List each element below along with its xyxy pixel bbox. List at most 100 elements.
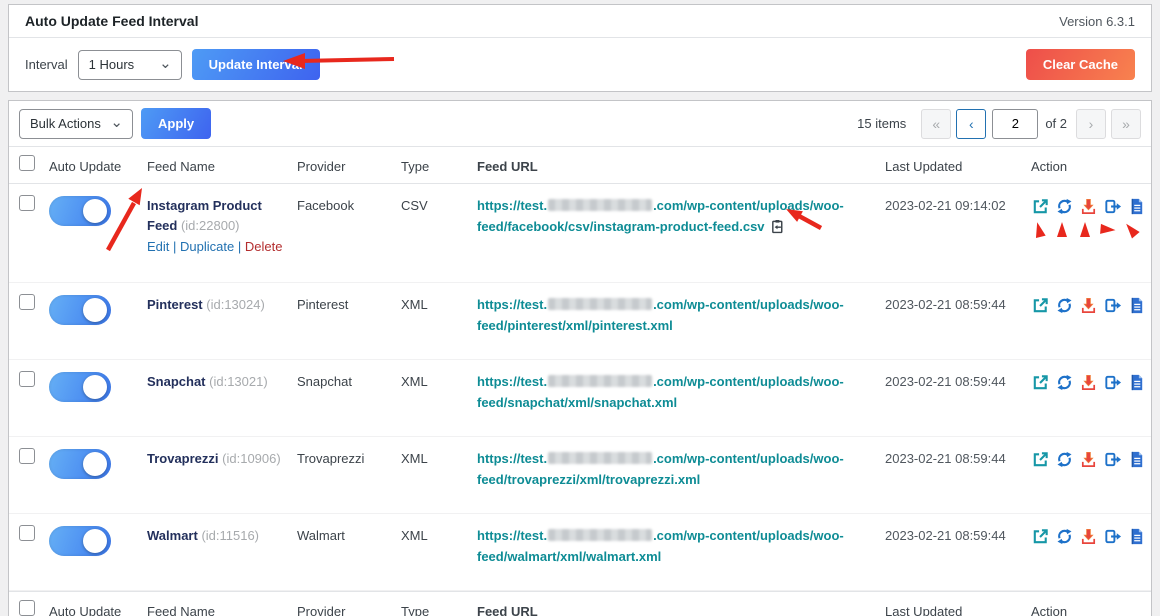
download-icon[interactable]	[1079, 450, 1098, 469]
footer-provider: Provider	[297, 592, 401, 616]
annotation-arrowheads	[1031, 222, 1146, 237]
clear-cache-button[interactable]: Clear Cache	[1026, 49, 1135, 80]
auto-update-toggle[interactable]	[49, 372, 111, 402]
provider-cell: Facebook	[297, 184, 401, 216]
download-icon[interactable]	[1079, 373, 1098, 392]
document-icon[interactable]	[1127, 450, 1146, 469]
redacted-domain	[548, 529, 652, 541]
pagination: 15 items « ‹ of 2 › »	[857, 109, 1141, 139]
header-type: Type	[401, 147, 477, 177]
feed-id: (id:13021)	[209, 374, 268, 389]
footer-auto-update: Auto Update	[49, 592, 147, 616]
toggle-knob	[83, 529, 107, 553]
toggle-knob	[83, 199, 107, 223]
sync-icon[interactable]	[1055, 197, 1074, 216]
table-footer-row: Auto Update Feed Name Provider Type Feed…	[9, 591, 1151, 616]
update-interval-button[interactable]: Update Interval	[192, 49, 320, 80]
auto-update-toggle[interactable]	[49, 295, 111, 325]
action-icons	[1031, 373, 1146, 392]
header-provider: Provider	[297, 147, 401, 177]
interval-label: Interval	[25, 57, 68, 72]
feed-table-panel: Bulk Actions Apply 15 items « ‹ of 2 › »…	[8, 100, 1152, 616]
document-icon[interactable]	[1127, 527, 1146, 546]
auto-update-toggle[interactable]	[49, 526, 111, 556]
page-number-input[interactable]	[992, 109, 1038, 139]
toggle-knob	[83, 298, 107, 322]
edit-link[interactable]: Edit	[147, 239, 169, 254]
annotation-arrowhead	[1057, 222, 1067, 237]
export-icon[interactable]	[1103, 450, 1122, 469]
sync-icon[interactable]	[1055, 373, 1074, 392]
header-feed-name: Feed Name	[147, 147, 297, 177]
feed-url[interactable]: https://test..com/wp-content/uploads/woo…	[477, 514, 885, 568]
annotation-arrowhead	[1080, 222, 1090, 237]
select-all-checkbox[interactable]	[19, 600, 35, 616]
feed-id: (id:22800)	[181, 218, 240, 233]
download-icon[interactable]	[1079, 527, 1098, 546]
export-icon[interactable]	[1103, 527, 1122, 546]
last-updated-cell: 2023-02-21 08:59:44	[885, 283, 1031, 315]
redacted-domain	[548, 452, 652, 464]
apply-button[interactable]: Apply	[141, 108, 211, 139]
annotation-arrowhead	[1032, 221, 1045, 238]
total-pages-label: of 2	[1045, 116, 1067, 131]
table-row: Pinterest (id:13024) Pinterest XML https…	[9, 283, 1151, 360]
panel-header: Auto Update Feed Interval Version 6.3.1	[9, 5, 1151, 38]
interval-select[interactable]: 1 Hours	[78, 50, 182, 80]
type-cell: XML	[401, 283, 477, 315]
feed-url[interactable]: https://test..com/wp-content/uploads/woo…	[477, 437, 885, 491]
table-header-row: Auto Update Feed Name Provider Type Feed…	[9, 147, 1151, 184]
action-icons	[1031, 527, 1146, 546]
footer-type: Type	[401, 592, 477, 616]
row-checkbox[interactable]	[19, 294, 35, 310]
bulk-actions-select[interactable]: Bulk Actions	[19, 109, 133, 139]
table-row: Snapchat (id:13021) Snapchat XML https:/…	[9, 360, 1151, 437]
sync-icon[interactable]	[1055, 527, 1074, 546]
download-icon[interactable]	[1079, 197, 1098, 216]
export-icon[interactable]	[1103, 373, 1122, 392]
auto-update-toggle[interactable]	[49, 449, 111, 479]
footer-feed-name[interactable]: Feed Name	[147, 592, 297, 616]
feed-url[interactable]: https://test..com/wp-content/uploads/woo…	[477, 283, 885, 337]
row-checkbox[interactable]	[19, 371, 35, 387]
feed-id: (id:11516)	[201, 528, 259, 543]
document-icon[interactable]	[1127, 197, 1146, 216]
header-feed-url: Feed URL	[477, 147, 885, 177]
table-toolbar: Bulk Actions Apply 15 items « ‹ of 2 › »	[9, 101, 1151, 147]
provider-cell: Snapchat	[297, 360, 401, 392]
download-icon[interactable]	[1079, 296, 1098, 315]
external-link-icon[interactable]	[1031, 527, 1050, 546]
interval-controls: Interval 1 Hours Update Interval Clear C…	[9, 38, 1151, 91]
sync-icon[interactable]	[1055, 450, 1074, 469]
export-icon[interactable]	[1103, 197, 1122, 216]
row-checkbox[interactable]	[19, 525, 35, 541]
feed-url[interactable]: https://test..com/wp-content/uploads/woo…	[477, 184, 885, 242]
table-row: Walmart (id:11516) Walmart XML https://t…	[9, 514, 1151, 591]
external-link-icon[interactable]	[1031, 373, 1050, 392]
version-label: Version 6.3.1	[1059, 14, 1135, 29]
redacted-domain	[548, 298, 652, 310]
document-icon[interactable]	[1127, 373, 1146, 392]
export-icon[interactable]	[1103, 296, 1122, 315]
row-checkbox[interactable]	[19, 195, 35, 211]
external-link-icon[interactable]	[1031, 296, 1050, 315]
interval-select-wrap: 1 Hours	[78, 50, 182, 80]
copy-clipboard-icon[interactable]	[769, 218, 786, 242]
select-all-checkbox[interactable]	[19, 155, 35, 171]
external-link-icon[interactable]	[1031, 450, 1050, 469]
duplicate-link[interactable]: Duplicate	[180, 239, 234, 254]
feed-name: Trovaprezzi	[147, 451, 219, 466]
feed-id: (id:13024)	[206, 297, 265, 312]
sync-icon[interactable]	[1055, 296, 1074, 315]
last-updated-cell: 2023-02-21 08:59:44	[885, 437, 1031, 469]
prev-page-button[interactable]: ‹	[956, 109, 986, 139]
feed-url[interactable]: https://test..com/wp-content/uploads/woo…	[477, 360, 885, 414]
row-checkbox[interactable]	[19, 448, 35, 464]
provider-cell: Walmart	[297, 514, 401, 546]
external-link-icon[interactable]	[1031, 197, 1050, 216]
auto-update-toggle[interactable]	[49, 196, 111, 226]
last-updated-cell: 2023-02-21 09:14:02	[885, 184, 1031, 216]
delete-link[interactable]: Delete	[245, 239, 283, 254]
document-icon[interactable]	[1127, 296, 1146, 315]
type-cell: CSV	[401, 184, 477, 216]
